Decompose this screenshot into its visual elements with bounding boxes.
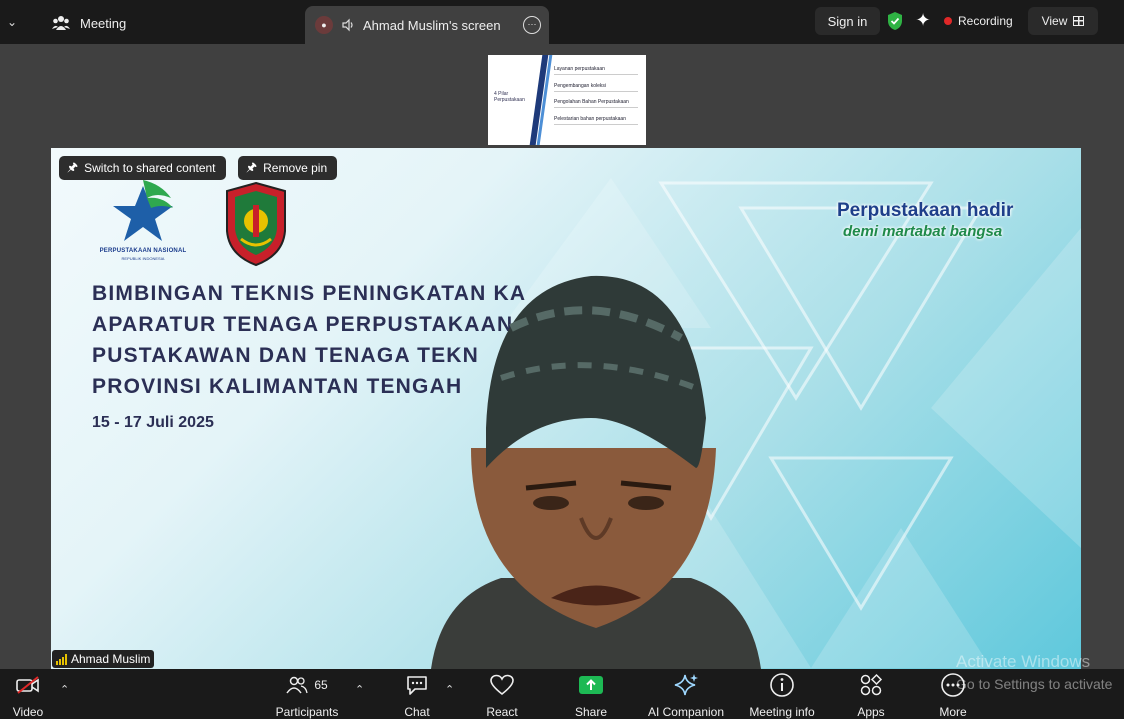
video-options-caret-icon[interactable]: ⌃ xyxy=(60,683,69,696)
video-button[interactable]: Video xyxy=(8,669,48,719)
chat-button[interactable]: Chat xyxy=(398,669,436,719)
participant-name: Ahmad Muslim xyxy=(71,652,151,666)
meeting-info-label: Meeting info xyxy=(749,705,815,719)
sign-in-button[interactable]: Sign in xyxy=(815,7,880,35)
shield-check-icon[interactable] xyxy=(886,11,904,31)
tab-meeting[interactable]: Meeting xyxy=(52,12,126,34)
slide-date: 15 - 17 Juli 2025 xyxy=(92,414,214,431)
apps-label: Apps xyxy=(857,705,885,719)
chat-icon xyxy=(407,675,427,695)
switch-to-shared-content-label: Switch to shared content xyxy=(84,161,216,175)
apps-button[interactable]: Apps xyxy=(850,669,892,719)
signal-strength-icon xyxy=(56,653,67,665)
ai-companion-icon xyxy=(674,673,698,695)
participants-button[interactable]: 65 Participants xyxy=(270,669,344,719)
ai-sparkle-icon[interactable]: ✦ xyxy=(913,10,933,30)
tab-shared-screen[interactable]: ● Ahmad Muslim's screen ··· xyxy=(305,6,549,44)
participants-icon xyxy=(286,676,308,693)
video-off-icon xyxy=(16,675,39,694)
shared-content-thumbnail[interactable]: 4 Pilar Perpustakaan Layanan perpustakaa… xyxy=(488,55,646,145)
participant-name-badge: Ahmad Muslim xyxy=(52,650,155,668)
react-button[interactable]: React xyxy=(480,669,524,719)
remove-pin-label: Remove pin xyxy=(263,161,328,175)
tab-shared-screen-label: Ahmad Muslim's screen xyxy=(363,17,501,33)
ai-companion-label: AI Companion xyxy=(647,705,725,719)
view-button[interactable]: View xyxy=(1028,7,1098,35)
activate-windows-hint: Go to Settings to activate xyxy=(956,676,1113,692)
slide-title-line: PROVINSI KALIMANTAN TENGAH xyxy=(92,375,463,398)
recording-label: Recording xyxy=(958,14,1013,28)
tab-meeting-label: Meeting xyxy=(80,15,127,31)
view-label: View xyxy=(1041,14,1068,28)
star-logo-icon xyxy=(113,180,173,241)
thumbnail-left-label: 4 Pilar Perpustakaan xyxy=(494,91,525,103)
perpusnas-logo-name: PERPUSTAKAAN NASIONAL xyxy=(99,248,187,254)
perpusnas-logo: PERPUSTAKAAN NASIONAL REPUBLIK INDONESIA xyxy=(91,178,195,268)
perpusnas-logo-sub: REPUBLIK INDONESIA xyxy=(121,256,165,261)
chevron-down-icon[interactable]: ⌄ xyxy=(4,12,20,32)
slogan-main: Perpustakaan hadir xyxy=(837,200,1014,221)
recording-dot-icon xyxy=(944,17,952,25)
chat-label: Chat xyxy=(404,705,430,719)
top-bar: ⌄ Meeting ● Ahmad Muslim's screen ··· Si… xyxy=(0,0,1124,44)
participants-count: 65 xyxy=(314,677,328,692)
participant-video xyxy=(431,275,761,669)
share-button[interactable]: Share xyxy=(570,669,612,719)
meeting-icon xyxy=(52,16,70,30)
participants-label: Participants xyxy=(275,705,339,719)
apps-icon xyxy=(860,673,883,695)
recording-indicator[interactable]: Recording xyxy=(944,10,1013,32)
speaker-icon xyxy=(342,18,353,32)
meeting-info-button[interactable]: Meeting info xyxy=(744,669,820,719)
info-icon xyxy=(770,672,794,697)
share-screen-icon xyxy=(579,675,603,694)
more-options-icon[interactable]: ··· xyxy=(523,16,541,34)
switch-to-shared-content-button[interactable]: 🖈 Switch to shared content xyxy=(59,156,226,180)
participants-options-caret-icon[interactable]: ⌃ xyxy=(355,683,364,696)
react-label: React xyxy=(486,705,518,719)
kalteng-emblem xyxy=(226,181,286,267)
pin-icon: 🖈 xyxy=(67,159,79,174)
thumbnail-item: Layanan perpustakaan xyxy=(554,66,638,75)
remove-pin-button[interactable]: 🖈 Remove pin xyxy=(238,156,338,180)
video-stage: 🖈 Switch to shared content 🖈 Remove pin … xyxy=(51,148,1081,669)
chat-options-caret-icon[interactable]: ⌃ xyxy=(445,683,454,696)
pin-icon: 🖈 xyxy=(246,159,258,174)
heart-icon xyxy=(490,674,514,695)
more-label: More xyxy=(939,705,967,719)
thumbnail-item: Pengolahan Bahan Perpustakaan xyxy=(554,99,638,108)
video-label: Video xyxy=(12,705,44,719)
thumbnail-item: Pengembangan koleksi xyxy=(554,83,638,92)
activate-windows-watermark: Activate Windows xyxy=(956,652,1091,671)
share-label: Share xyxy=(574,705,608,719)
slide-title-line: PUSTAKAWAN DAN TENAGA TEKN xyxy=(92,344,480,367)
thumbnail-item: Pelestarian bahan perpustakaan xyxy=(554,116,638,125)
ai-companion-button[interactable]: AI Companion xyxy=(642,669,730,719)
slogan-sub: demi martabat bangsa xyxy=(843,223,1003,240)
grid-icon xyxy=(1073,16,1085,26)
avatar: ● xyxy=(315,16,333,34)
